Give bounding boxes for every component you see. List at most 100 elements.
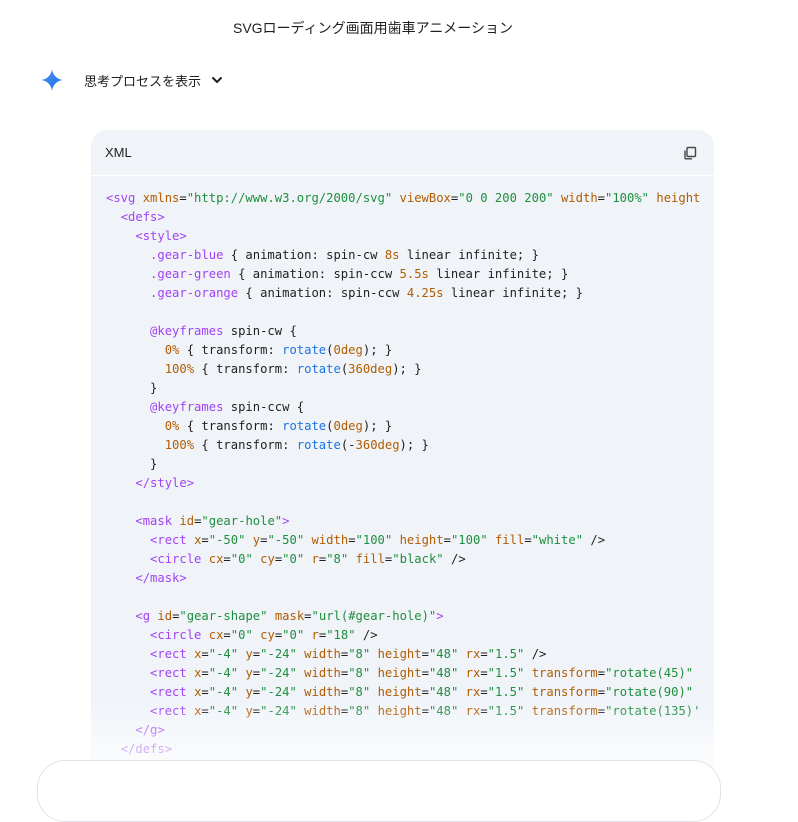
code-token: r [311, 552, 319, 566]
code-token: .gear-blue [150, 248, 224, 262]
code-token: id [157, 609, 173, 623]
code-token: 100% [164, 362, 195, 376]
code-token: /> [583, 533, 606, 547]
code-token: 100% [164, 438, 195, 452]
code-line: @keyframes spin-cw { [106, 322, 714, 341]
code-token: rotate [282, 343, 327, 357]
code-token: "white" [531, 533, 584, 547]
code-token: cy [260, 552, 275, 566]
code-token: "1.5" [487, 666, 525, 680]
code-line: 0% { transform: rotate(0deg); } [106, 341, 714, 360]
code-line: .gear-green { animation: spin-ccw 5.5s l… [106, 265, 714, 284]
prompt-input-box[interactable] [37, 760, 721, 822]
code-token: y [245, 704, 253, 718]
code-token: rotate [282, 419, 327, 433]
code-token: height [377, 666, 422, 680]
copy-code-button[interactable] [680, 143, 700, 163]
code-token: "-24" [260, 666, 297, 680]
show-thinking-label: 思考プロセスを表示 [84, 73, 202, 89]
code-token: ); } [399, 438, 429, 452]
code-block-header: XML [91, 130, 714, 176]
code-line: } [106, 455, 714, 474]
code-token: width [304, 704, 341, 718]
code-token: ); } [362, 419, 393, 433]
code-token: width [304, 666, 341, 680]
code-token: cx [208, 552, 224, 566]
code-token: 0% [164, 419, 180, 433]
code-token: > [436, 609, 444, 623]
code-token: = [421, 647, 429, 661]
code-token: cy [260, 628, 275, 642]
code-token: = [201, 666, 209, 680]
code-token: { animation: spin-ccw [230, 267, 400, 281]
code-token: cx [208, 628, 224, 642]
code-token: <defs> [120, 210, 165, 224]
code-token: /> [443, 552, 466, 566]
code-token: fill [355, 552, 385, 566]
code-token: transform [531, 685, 598, 699]
code-line: } [106, 379, 714, 398]
code-token: rx [465, 647, 481, 661]
code-token: xmlns [142, 191, 180, 205]
code-token: (- [340, 438, 356, 452]
code-token: "-4" [208, 704, 239, 718]
code-token: <svg [106, 191, 143, 205]
code-token: = [421, 685, 429, 699]
code-token: "0" [282, 628, 305, 642]
code-line: <defs> [106, 208, 714, 227]
code-token: <rect [150, 533, 195, 547]
code-token: viewBox [399, 191, 451, 205]
code-token: "100%" [605, 191, 650, 205]
code-token: rotate [296, 362, 341, 376]
code-token: = [421, 704, 429, 718]
code-token: width [304, 647, 341, 661]
gemini-spark-icon [41, 69, 63, 91]
code-token: /> [524, 647, 547, 661]
code-token: .gear-orange [150, 286, 239, 300]
code-token: "8" [326, 552, 349, 566]
show-thinking-toggle[interactable]: 思考プロセスを表示 [40, 66, 223, 94]
code-token: "gear-shape" [179, 609, 268, 623]
code-token: 360deg [348, 362, 393, 376]
code-token: <rect [150, 704, 195, 718]
code-token: height [656, 191, 701, 205]
code-token: "http://www.w3.org/2000/svg" [186, 191, 393, 205]
code-token: r [311, 628, 319, 642]
code-token: "-4" [208, 666, 239, 680]
code-block: XML <svg xmlns = "http://www.w3.org/2000/s… [91, 130, 714, 770]
code-token: = [597, 685, 606, 699]
conversation-title: SVGローディング画面用歯車アニメーション [232, 20, 514, 36]
code-text: <svg xmlns="http://www.w3.org/2000/svg" … [106, 189, 714, 759]
code-token: = [304, 609, 312, 623]
code-token: = [201, 685, 209, 699]
code-token: "8" [348, 685, 371, 699]
code-line: </defs> [106, 740, 714, 759]
code-token: ( [326, 343, 334, 357]
copy-icon [684, 146, 697, 159]
code-token: } [106, 457, 158, 471]
code-line: <rect x="-50" y="-50" width="100" height… [106, 531, 714, 550]
code-token: </g> [135, 723, 165, 737]
code-token: @keyframes [150, 324, 224, 338]
code-token: id [179, 514, 195, 528]
code-line: <circle cx="0" cy="0" r="8" fill="black"… [106, 550, 714, 569]
code-token: @keyframes [150, 400, 224, 414]
code-token: width [311, 533, 349, 547]
code-token: <circle [150, 628, 209, 642]
code-token: = [201, 533, 209, 547]
